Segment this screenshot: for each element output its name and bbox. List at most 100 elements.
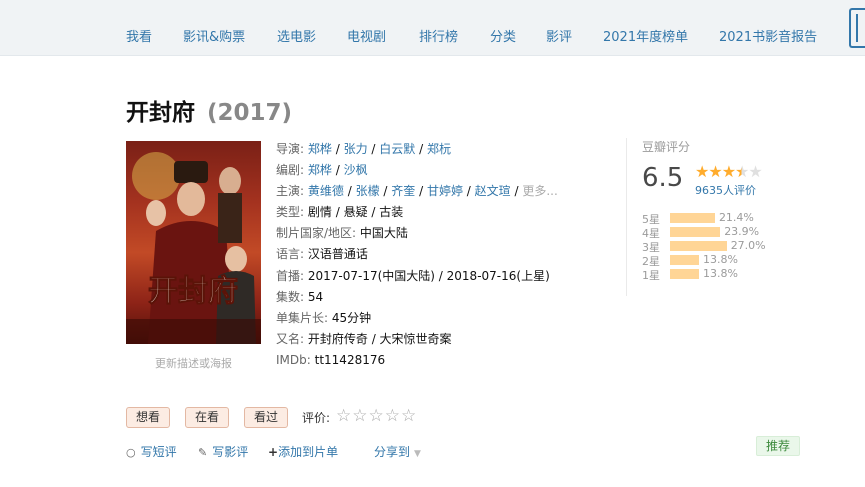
info-directors: 导演: 郑桦 / 张力 / 白云默 / 郑杬: [276, 142, 451, 156]
nav-item-tv[interactable]: 电视剧: [347, 26, 386, 45]
genre-value: 悬疑: [343, 205, 368, 220]
nav-item-annual-list[interactable]: 2021年度榜单: [603, 26, 688, 45]
rating-bar-fill: [670, 255, 699, 265]
rating-bar-fill: [670, 213, 715, 223]
cast-link[interactable]: 张檬: [356, 184, 380, 198]
info-episodes: 集数: 54: [276, 287, 616, 308]
review-link[interactable]: ✎ 写影评: [198, 443, 248, 460]
info-country: 制片国家/地区: 中国大陆: [276, 223, 616, 244]
info-premiere: 首播: 2017-07-17(中国大陆) / 2018-07-16(上星): [276, 266, 616, 287]
caret-down-icon: ▼: [414, 449, 421, 459]
rating-bar-percent: 27.0%: [730, 239, 766, 252]
poster-figure-center-face: [177, 182, 205, 216]
rating-bar-fill: [670, 269, 699, 279]
cast-more-link[interactable]: 更多...: [522, 184, 557, 198]
poster-figure-center-hat: [174, 161, 208, 183]
nav-item-annual-report[interactable]: 2021书影音报告: [719, 26, 817, 45]
writer-label: 编剧: [276, 163, 301, 178]
nav-item-categories[interactable]: 分类: [490, 26, 516, 45]
rating-bar-fill: [670, 227, 721, 237]
rating-panel: 豆瓣评分 6.5 ★★★★★ 9635人评价 5星 21.4% 4星 23.9% 3星 2…: [626, 138, 801, 296]
nav-item-wo-kan[interactable]: 我看: [126, 26, 152, 45]
info-cast: 主演: 黄维德 / 张檬 / 齐奎 / 甘婷婷 / 赵文瑄 / 更多...: [276, 184, 558, 199]
update-poster-link[interactable]: 更新描述或海报: [126, 355, 261, 371]
nav-item-tickets[interactable]: 影讯&购票: [183, 26, 245, 45]
rate-label: 评价:: [302, 411, 331, 425]
review-label: 写影评: [212, 445, 249, 459]
poster-artwork: 开封府: [126, 152, 261, 344]
runtime-value: 45分钟: [331, 310, 372, 325]
plus-icon: +: [268, 445, 279, 459]
pencil-icon: ✎: [198, 446, 208, 459]
info-writers: 编剧: 郑桦 / 沙枫: [276, 163, 368, 178]
poster-figure-woman-face: [225, 246, 247, 272]
director-link[interactable]: 白云默: [379, 142, 415, 156]
cast-link[interactable]: 赵文瑄: [475, 184, 511, 198]
star-icon: ★: [721, 162, 736, 181]
watched-button[interactable]: 看过: [244, 407, 289, 428]
episodes-value: 54: [307, 289, 324, 304]
poster-figure-left-face: [146, 200, 166, 226]
star-icon: ★: [695, 162, 709, 181]
page-title: 开封府 (2017): [126, 93, 292, 127]
nav-item-reviews[interactable]: 影评: [546, 26, 572, 45]
cast-link[interactable]: 齐奎: [391, 184, 415, 198]
title-name: 开封府: [126, 100, 195, 126]
cast-link[interactable]: 甘婷婷: [427, 184, 463, 198]
poster-bottom-shade: [126, 319, 261, 344]
premiere-value: 2017-07-17(中国大陆) / 2018-07-16(上星): [307, 268, 550, 283]
info-language: 语言: 汉语普通话: [276, 244, 616, 265]
share-link[interactable]: 分享到 ▼: [374, 443, 421, 460]
star-icon: ★: [735, 162, 749, 181]
poster-figure-left-headdress: [132, 152, 180, 200]
imdb-value: tt11428176: [314, 352, 386, 367]
country-value: 中国大陆: [359, 226, 408, 241]
language-value: 汉语普通话: [307, 247, 368, 262]
aka-label: 又名:: [276, 331, 305, 346]
recommend-button[interactable]: 推荐: [756, 436, 801, 456]
short-review-link[interactable]: ○ 写短评: [126, 443, 177, 460]
aka-value: 开封府传奇 / 大宋惊世奇案: [307, 331, 452, 346]
nav-item-charts[interactable]: 排行榜: [419, 26, 458, 45]
info-imdb: IMDb: tt11428176: [276, 350, 616, 371]
rating-score: 6.5: [642, 163, 684, 193]
rating-bar-percent: 23.9%: [724, 225, 760, 238]
info-genres: 类型: 剧情 / 悬疑 / 古装: [276, 205, 404, 220]
rating-count-link[interactable]: 9635人评价: [695, 182, 756, 198]
writer-link[interactable]: 郑桦: [308, 163, 332, 177]
star-icon: ★: [748, 162, 762, 181]
poster-figure-right-face: [219, 167, 241, 195]
short-review-label: 写短评: [140, 445, 177, 459]
add-list-link[interactable]: +添加到片单: [268, 443, 338, 460]
watching-button[interactable]: 在看: [185, 407, 230, 428]
runtime-label: 单集片长:: [276, 310, 329, 325]
premiere-label: 首播:: [276, 268, 305, 283]
director-link[interactable]: 张力: [344, 142, 368, 156]
rating-bar-percent: 13.8%: [702, 253, 738, 266]
director-label: 导演: [276, 142, 301, 156]
chat-bubble-icon: ○: [126, 446, 136, 459]
rating-bar-percent: 13.8%: [702, 267, 738, 280]
imdb-label: IMDb:: [276, 352, 311, 367]
top-nav: 我看 影讯&购票 选电影 电视剧 排行榜 分类 影评 2021年度榜单 2021…: [0, 0, 865, 56]
add-list-label: 添加到片单: [278, 445, 339, 459]
douban-logo-icon[interactable]: [849, 8, 865, 48]
rate-stars-input[interactable]: ☆☆☆☆☆: [336, 406, 417, 426]
poster-image[interactable]: 开封府: [126, 141, 261, 344]
cast-link[interactable]: 黄维德: [308, 184, 344, 198]
country-label: 制片国家/地区:: [276, 226, 357, 241]
episodes-label: 集数:: [276, 289, 305, 304]
language-label: 语言:: [276, 247, 305, 262]
title-year: (2017): [207, 100, 293, 126]
want-button[interactable]: 想看: [126, 407, 171, 428]
writer-link[interactable]: 沙枫: [344, 163, 368, 177]
info-aka: 又名: 开封府传奇 / 大宋惊世奇案: [276, 329, 616, 350]
director-link[interactable]: 郑杬: [427, 142, 451, 156]
rating-bar-percent: 21.4%: [718, 211, 754, 224]
genre-value: 古装: [379, 205, 404, 220]
share-label: 分享到: [374, 445, 411, 459]
nav-item-movies[interactable]: 选电影: [277, 26, 316, 45]
genre-label: 类型:: [276, 205, 305, 220]
director-link[interactable]: 郑桦: [308, 142, 332, 156]
cast-label: 主演: [276, 184, 301, 199]
